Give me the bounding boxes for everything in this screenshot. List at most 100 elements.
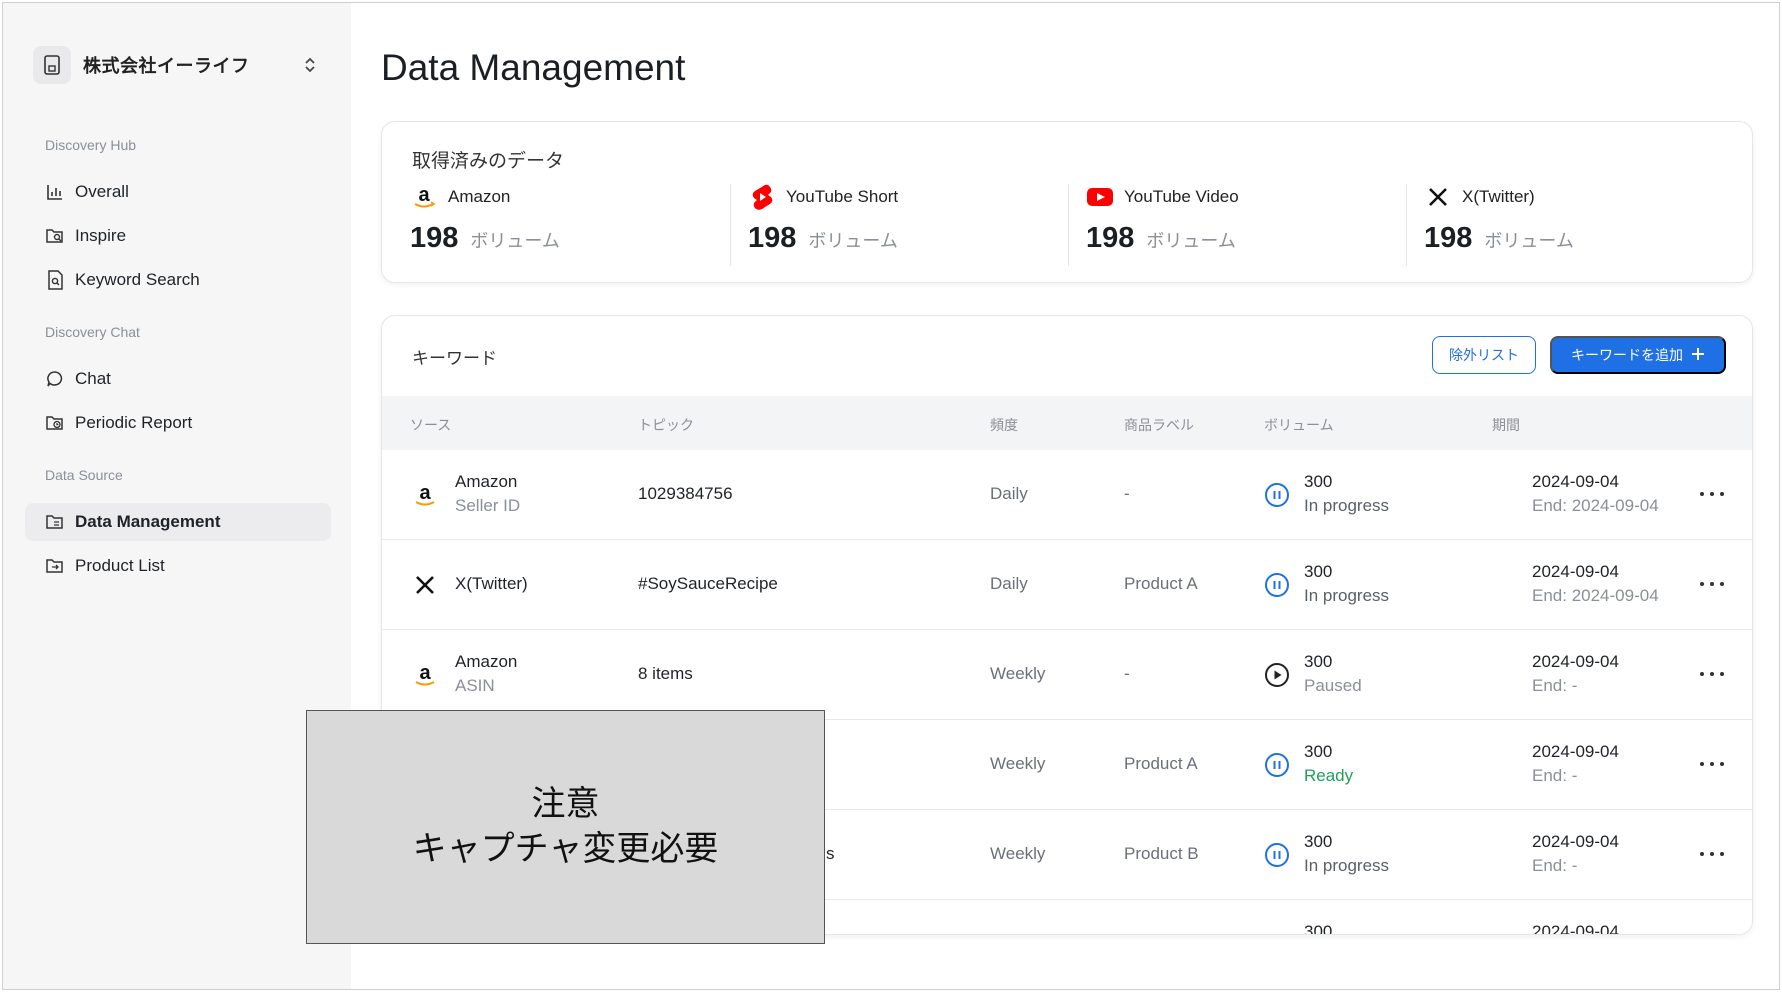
stat-youtube-short: YouTube Short 198 ボリューム — [748, 182, 1078, 262]
add-keyword-button[interactable]: キーワードを追加 — [1550, 336, 1726, 374]
svg-text:a: a — [418, 184, 430, 206]
chat-bubble-icon — [45, 369, 65, 389]
pause-circle-icon[interactable] — [1264, 752, 1290, 778]
row-start-date: 2024-09-04 — [1532, 652, 1619, 671]
document-search-icon — [45, 270, 65, 290]
row-status: In progress — [1304, 586, 1390, 605]
sidebar-item-data-management[interactable]: Data Management — [25, 503, 331, 541]
acquired-data-card: 取得済みのデータ a Amazon 198 ボリューム YouTube Short… — [381, 121, 1753, 283]
row-source-type: ASIN — [455, 676, 495, 695]
plus-icon — [1691, 347, 1705, 364]
row-source: Amazon — [455, 652, 518, 671]
more-options-icon[interactable] — [1700, 486, 1724, 502]
stat-source-name: Amazon — [448, 187, 511, 206]
svg-text:a: a — [419, 662, 431, 684]
youtube-shorts-icon — [748, 183, 776, 211]
row-topic: s — [826, 844, 835, 863]
folder-list-icon — [45, 512, 65, 532]
stat-value: 198 — [410, 222, 459, 254]
row-status: Paused — [1304, 676, 1362, 695]
pause-circle-icon[interactable] — [1264, 572, 1290, 598]
pause-circle-icon[interactable] — [1264, 482, 1290, 508]
chevron-up-down-icon[interactable] — [303, 56, 317, 74]
amazon-icon: a — [410, 183, 438, 211]
x-icon — [410, 570, 440, 600]
stat-divider — [730, 184, 731, 266]
org-switcher[interactable]: 株式会社イーライフ — [33, 45, 327, 85]
org-name: 株式会社イーライフ — [83, 56, 250, 76]
page-title: Data Management — [381, 47, 686, 88]
row-source: X(Twitter) — [455, 574, 528, 593]
column-header-frequency: 頻度 — [990, 417, 1018, 433]
sidebar-item-chat[interactable]: Chat — [25, 360, 331, 398]
stat-value: 198 — [1424, 222, 1473, 254]
app-window: 株式会社イーライフ Discovery Hub Overall Inspire … — [2, 2, 1780, 990]
row-frequency: Daily — [990, 574, 1028, 593]
column-header-topic: トピック — [638, 417, 694, 433]
table-row[interactable]: a Amazon ASIN 8 items Weekly - 300 Pause… — [382, 630, 1752, 720]
more-options-icon[interactable] — [1700, 576, 1724, 592]
row-status: Ready — [1304, 766, 1354, 785]
more-options-icon[interactable] — [1700, 756, 1724, 772]
more-options-icon[interactable] — [1700, 666, 1724, 682]
section-label-data-source: Data Source — [45, 467, 123, 483]
row-topic: 8 items — [638, 664, 693, 683]
row-status: In progress — [1304, 496, 1390, 515]
sidebar-item-periodic-report[interactable]: Periodic Report — [25, 404, 331, 442]
stat-unit: ボリューム — [470, 231, 560, 251]
row-frequency: Weekly — [990, 754, 1046, 773]
stat-value: 198 — [748, 222, 797, 254]
row-product-label: - — [1124, 664, 1130, 683]
row-end-date: End: 2024-09-04 — [1532, 496, 1659, 515]
row-start-date: 2024-09-04 — [1532, 832, 1619, 851]
table-row[interactable]: X(Twitter) #SoySauceRecipe Daily Product… — [382, 540, 1752, 630]
column-header-period: 期間 — [1492, 417, 1520, 433]
stat-value: 198 — [1086, 222, 1135, 254]
row-volume: 300 — [1304, 742, 1333, 761]
row-volume: 300 — [1304, 472, 1333, 491]
sidebar-item-label: Product List — [75, 556, 165, 575]
row-end-date: End: - — [1532, 766, 1578, 785]
sidebar-item-keyword-search[interactable]: Keyword Search — [25, 261, 331, 299]
sidebar-item-overall[interactable]: Overall — [25, 173, 331, 211]
bar-chart-icon — [45, 182, 65, 202]
sidebar-item-label: Periodic Report — [75, 413, 193, 432]
more-options-icon[interactable] — [1700, 846, 1724, 862]
row-start-date: 2024-09-04 — [1532, 562, 1619, 581]
stat-unit: ボリューム — [1484, 231, 1574, 251]
sidebar-item-inspire[interactable]: Inspire — [25, 217, 331, 255]
folder-import-icon — [45, 556, 65, 576]
x-icon — [1424, 183, 1452, 211]
column-header-product-label: 商品ラベル — [1124, 417, 1194, 433]
notice-line-1: 注意 — [531, 784, 600, 825]
svg-text:a: a — [419, 482, 431, 504]
table-header: ソース トピック 頻度 商品ラベル ボリューム 期間 — [382, 396, 1752, 450]
row-start-date: 2024-09-04 — [1532, 922, 1619, 935]
capture-change-notice: 注意 キャプチャ変更必要 — [306, 710, 825, 944]
row-topic: 1029384756 — [638, 484, 733, 503]
table-row[interactable]: a Amazon Seller ID 1029384756 Daily - 30… — [382, 450, 1752, 540]
amazon-icon: a — [410, 480, 440, 510]
stat-unit: ボリューム — [1146, 231, 1236, 251]
sidebar-item-label: Keyword Search — [75, 270, 200, 289]
column-header-volume: ボリューム — [1264, 417, 1334, 433]
stat-amazon: a Amazon 198 ボリューム — [410, 182, 740, 262]
stats-title: 取得済みのデータ — [412, 151, 565, 172]
sidebar-item-label: Chat — [75, 369, 111, 388]
row-volume: 300 — [1304, 832, 1333, 851]
row-end-date: End: - — [1532, 676, 1578, 695]
stat-divider — [1068, 184, 1069, 266]
pause-circle-icon[interactable] — [1264, 842, 1290, 868]
sidebar-item-product-list[interactable]: Product List — [25, 547, 331, 585]
stat-divider — [1406, 184, 1407, 266]
row-product-label: Product A — [1124, 754, 1198, 773]
play-circle-icon[interactable] — [1264, 662, 1290, 688]
row-source: Amazon — [455, 472, 518, 491]
row-end-date: End: - — [1532, 856, 1578, 875]
sidebar-item-label: Overall — [75, 182, 129, 201]
folder-clock-icon — [45, 413, 65, 433]
exclude-list-button[interactable]: 除外リスト — [1432, 336, 1536, 374]
row-product-label: Product B — [1124, 844, 1199, 863]
row-product-label: - — [1124, 484, 1130, 503]
section-label-discovery-chat: Discovery Chat — [45, 324, 140, 340]
